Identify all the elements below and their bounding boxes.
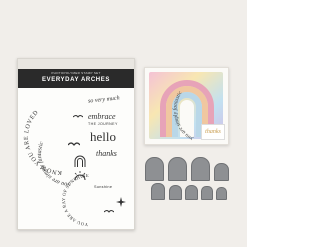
bird-icon [104, 210, 114, 213]
stamp-the-journey: THE JOURNEY [88, 122, 118, 126]
die-arch [145, 157, 164, 181]
die-arch [168, 157, 187, 181]
stamp-embrace: embrace [88, 112, 116, 121]
stamp-ray-of-sunshine: YOU ARE A RAY OF SUNSHINE [61, 173, 89, 227]
stamp-thanks: thanks [96, 149, 117, 158]
sun-icon [74, 171, 86, 181]
card-sentiment: you are simply fantastic [171, 90, 194, 142]
card-tag-label: thanks [205, 129, 221, 135]
die-arch-small [151, 183, 165, 200]
arch-stamp-icon [74, 155, 86, 167]
bird-icon [73, 115, 83, 118]
product-photo-frame: PHOTOPOLYMER STAMP SET EVERYDAY ARCHES K… [0, 0, 247, 247]
die-arch-small [185, 185, 198, 200]
arch-dies [143, 155, 235, 205]
stamp-sunshine-tag: Sunshine [94, 185, 113, 189]
stamp-hello: hello [90, 129, 116, 144]
package-title: EVERYDAY ARCHES [42, 77, 110, 83]
die-arch-small [169, 185, 182, 200]
svg-text:YOU ARE A RAY OF SUNSHINE: YOU ARE A RAY OF SUNSHINE [61, 173, 89, 227]
stamp-set-package: PHOTOPOLYMER STAMP SET EVERYDAY ARCHES K… [17, 58, 135, 230]
die-arch-small [201, 186, 213, 200]
sparkle-icon [116, 197, 126, 207]
package-subtitle: PHOTOPOLYMER STAMP SET [51, 71, 101, 75]
die-arch-small [216, 187, 227, 200]
bird-icon [68, 142, 80, 146]
die-arch [191, 157, 210, 181]
card-tag: thanks [201, 124, 225, 140]
package-title-band: PHOTOPOLYMER STAMP SET EVERYDAY ARCHES [18, 69, 134, 88]
die-arch [214, 163, 229, 181]
svg-text:you are simply fantastic: you are simply fantastic [171, 90, 194, 142]
sample-card: you are simply fantastic thanks [144, 67, 229, 145]
stamp-so-very-much: so very much [87, 95, 120, 105]
